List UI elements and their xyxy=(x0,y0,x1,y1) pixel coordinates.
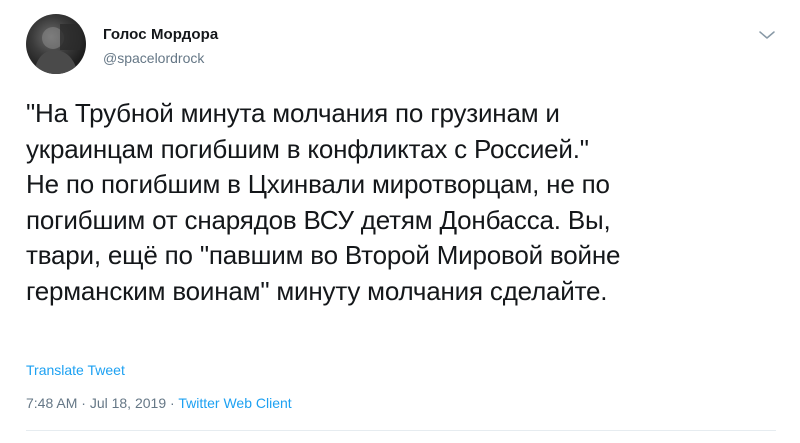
meta-separator: · xyxy=(170,395,175,411)
meta-separator: · xyxy=(81,395,86,411)
tweet-text: "На Трубной минута молчания по грузинам … xyxy=(26,98,621,306)
chevron-down-icon[interactable] xyxy=(758,28,776,42)
divider xyxy=(26,430,776,431)
tweet-date[interactable]: Jul 18, 2019 xyxy=(90,395,166,411)
tweet-time[interactable]: 7:48 AM xyxy=(26,395,77,411)
translate-tweet-link[interactable]: Translate Tweet xyxy=(26,362,125,378)
user-avatar[interactable] xyxy=(26,14,86,74)
tweet-source-link[interactable]: Twitter Web Client xyxy=(178,395,291,411)
tweet-card: Голос Мордора @spacelordrock "На Трубной… xyxy=(0,0,800,443)
tweet-metadata: 7:48 AM · Jul 18, 2019 · Twitter Web Cli… xyxy=(26,395,292,411)
author-name[interactable]: Голос Мордора xyxy=(103,26,218,43)
author-handle[interactable]: @spacelordrock xyxy=(103,50,204,66)
avatar-image xyxy=(34,24,80,74)
